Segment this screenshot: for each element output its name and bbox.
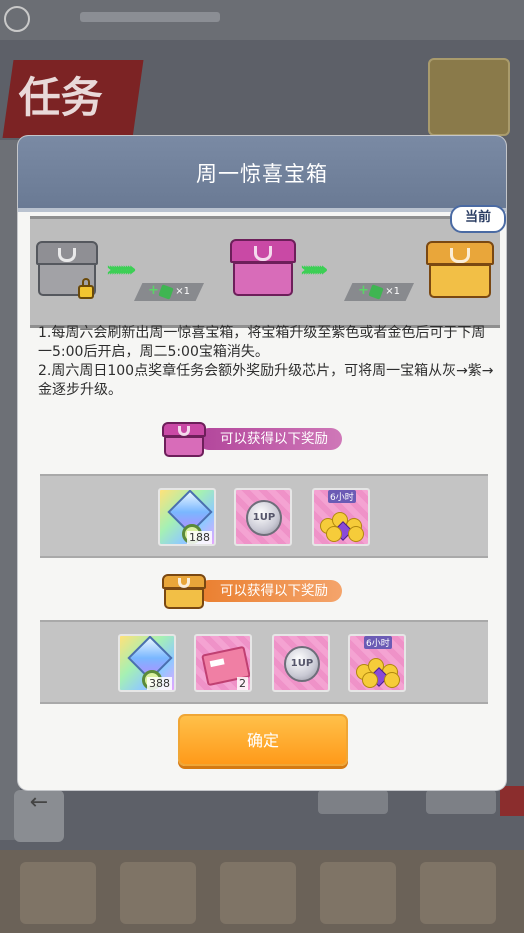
purple-reward-label: 可以获得以下奖励 [198,428,342,450]
lock-icon [78,278,94,299]
gold-pile-icon [320,508,364,542]
chest-upgrade-progress: 当前 ››››››››››› + ×1 ›››››››››› + ×1 [30,205,506,328]
bottom-bar [0,850,524,933]
menu-icon [4,6,30,32]
gold-reward-label: 可以获得以下奖励 [198,580,342,602]
reward-qty: 188 [187,531,212,544]
rules-description: 1.每周六会刷新出周一惊喜宝箱，将宝箱升级至紫色或者金色后可于下周一5:00后开… [38,324,494,400]
purple-reward-header: 可以获得以下奖励 [162,422,382,458]
gold-chest-icon [426,241,494,299]
side-panel [0,140,20,840]
duration-tag: 6小时 [328,490,356,503]
gold-pile-icon [356,654,400,688]
dialog-header: 周一惊喜宝箱 [18,136,506,212]
top-bar [0,0,524,40]
top-bar-text [80,12,220,22]
reward-item[interactable]: 2 [194,634,252,692]
1up-coin-icon: 1UP [284,646,320,682]
progress-arrows-icon: ››››››››››› [106,257,137,281]
upgrade-cost-text: ×1 [385,286,400,297]
mission-ribbon: 任务 [2,60,144,138]
background-tab [426,790,496,814]
gold-reward-header: 可以获得以下奖励 [162,574,382,610]
bottom-tile [20,862,96,924]
progress-arrows-icon: ›››››››››› [300,257,329,281]
background-tab [318,790,388,814]
bottom-tile [220,862,296,924]
gold-chest-icon [162,574,206,610]
bottom-tile [420,862,496,924]
upgrade-cost-tag: + ×1 [134,283,204,301]
rule-line-1: 1.每周六会刷新出周一惊喜宝箱，将宝箱升级至紫色或者金色后可于下周一5:00后开… [38,325,486,360]
purple-chest-icon [230,239,296,297]
background-chest-icon [428,58,510,136]
duration-tag: 6小时 [364,636,392,649]
upgrade-cost-tag: + ×1 [344,283,414,301]
upgrade-cost-text: ×1 [175,286,190,297]
reward-item[interactable]: 1UP [272,634,330,692]
reward-item[interactable]: 188 [158,488,216,546]
upgrade-chip-icon [158,284,174,300]
1up-coin-icon: 1UP [246,500,282,536]
reward-item[interactable]: 1UP [234,488,292,546]
back-arrow-icon: ← [14,790,64,842]
current-badge: 当前 [450,205,506,233]
gold-reward-strip: 388 2 1UP 6小时 [40,620,488,704]
reward-item[interactable]: 6小时 [348,634,406,692]
reward-item[interactable]: 388 [118,634,176,692]
mission-ribbon-text: 任务 [18,73,103,122]
reward-item[interactable]: 6小时 [312,488,370,546]
surprise-chest-dialog: 周一惊喜宝箱 当前 ››››››››››› + ×1 ›››››››››› + … [18,136,506,790]
dialog-title: 周一惊喜宝箱 [196,162,328,186]
reward-qty: 2 [237,677,248,690]
bottom-tile [120,862,196,924]
bottom-tile [320,862,396,924]
upgrade-chip-icon [368,284,384,300]
rule-line-2: 2.周六周日100点奖章任务会额外奖励升级芯片，可将周一宝箱从灰→紫→金逐步升级… [38,363,494,398]
purple-reward-strip: 188 1UP 6小时 [40,474,488,558]
background-notification-badge [500,786,524,816]
confirm-button[interactable]: 确定 [178,714,348,766]
purple-chest-icon [162,422,206,458]
reward-qty: 388 [147,677,172,690]
